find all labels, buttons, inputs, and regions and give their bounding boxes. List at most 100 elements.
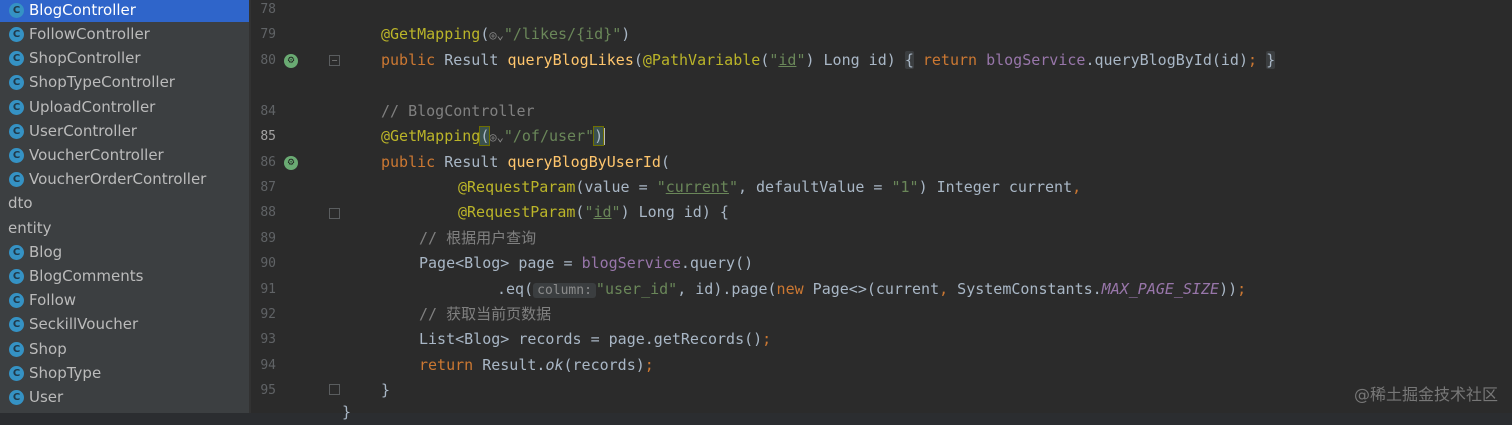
folded-brace[interactable]: }: [1266, 51, 1276, 69]
line-number: 84: [260, 104, 276, 119]
string-link[interactable]: id: [593, 203, 611, 221]
code-text: ) Integer current: [918, 178, 1073, 196]
line-number: 95: [260, 383, 276, 398]
tree-item-label: Shop: [29, 340, 67, 358]
string-quote: ": [611, 203, 621, 221]
code-text: }: [381, 381, 391, 399]
code-line-92: // 获取当前页数据: [419, 302, 551, 327]
tree-item-label: UserController: [29, 122, 137, 140]
annotation: @PathVariable: [642, 51, 761, 69]
code-text: List<Blog> records = page.getRecords(): [419, 330, 763, 348]
tree-item-shop[interactable]: C Shop: [0, 337, 249, 361]
spring-bean-icon[interactable]: ⚙: [284, 54, 298, 68]
class-icon: C: [9, 2, 24, 18]
constant: MAX_PAGE_SIZE: [1101, 280, 1220, 298]
code-line-88: @RequestParam("id") Long id) {: [458, 200, 729, 225]
tree-item-vouchercontroller[interactable]: C VoucherController: [0, 143, 249, 167]
tree-item-label: Follow: [29, 291, 77, 309]
line-number: 80: [260, 53, 276, 68]
string-link[interactable]: current: [666, 178, 729, 196]
comma: ,: [939, 280, 949, 298]
code-editor[interactable]: @GetMapping(◎⌄"/likes/{id}") public Resu…: [342, 0, 1512, 421]
tree-item-user[interactable]: C User: [0, 385, 249, 409]
code-line-91: .eq(column: "user_id", id).page(new Page<…: [497, 277, 1246, 302]
tree-item-label: ShopType: [29, 364, 102, 382]
folded-brace[interactable]: {: [904, 51, 914, 69]
string-link[interactable]: id: [778, 51, 796, 69]
line-number: 86: [260, 155, 276, 170]
tree-item-usercontroller[interactable]: C UserController: [0, 119, 249, 143]
fold-marker-icon[interactable]: [329, 208, 340, 219]
line-number: 78: [260, 2, 276, 17]
code-line-85: @GetMapping(◎⌄"/of/user"): [381, 124, 606, 150]
keyword: return: [419, 356, 474, 374]
paren: (: [480, 25, 490, 43]
code-text: (value =: [575, 178, 657, 196]
code-text: }: [342, 403, 352, 421]
text-caret: [603, 128, 606, 145]
class-icon: C: [9, 244, 24, 260]
class-icon: C: [9, 50, 24, 66]
fold-collapse-icon[interactable]: −: [329, 55, 340, 66]
code-line-84: // BlogController: [381, 99, 535, 124]
tree-item-label: ShopController: [29, 49, 141, 67]
globe-icon[interactable]: ◎⌄: [489, 23, 503, 48]
tree-item-blogcomments[interactable]: C BlogComments: [0, 264, 249, 288]
class-icon: C: [9, 26, 24, 42]
string-literal: "user_id": [595, 280, 678, 298]
type: Result: [435, 51, 508, 69]
comma: ,: [1072, 178, 1082, 196]
call: .queryBlogById(id): [1085, 51, 1248, 69]
project-tree: C BlogController C FollowController C ShopC…: [0, 0, 249, 413]
code-line-93: List<Blog> records = page.getRecords();: [419, 327, 771, 352]
static-method: ok: [545, 356, 564, 374]
watermark: @稀土掘金技术社区: [1353, 385, 1498, 404]
fold-marker-icon[interactable]: [329, 384, 340, 395]
comment: // 获取当前页数据: [419, 305, 552, 323]
code-line-94: return Result.ok(records);: [419, 353, 654, 378]
tree-item-follow[interactable]: C Follow: [0, 288, 249, 312]
tree-item-entity[interactable]: entity: [0, 216, 249, 240]
tree-item-label: Blog: [29, 243, 63, 261]
class-icon: C: [9, 99, 24, 115]
code-text: .eq(: [497, 280, 534, 298]
tree-item-seckillvoucher[interactable]: C SeckillVoucher: [0, 312, 249, 336]
tree-item-blogcontroller[interactable]: C BlogController: [0, 0, 249, 22]
paren: (: [633, 51, 643, 69]
spring-bean-icon[interactable]: ⚙: [284, 156, 298, 170]
string-quote: ": [728, 178, 738, 196]
tree-item-label: VoucherController: [29, 146, 164, 164]
tree-item-dto[interactable]: dto: [0, 191, 249, 215]
tree-item-blog[interactable]: C Blog: [0, 240, 249, 264]
tree-item-shoptype[interactable]: C ShopType: [0, 361, 249, 385]
code-text: Result.: [473, 356, 546, 374]
code-text: Page<>(current: [803, 280, 940, 298]
code-line-80: public Result queryBlogLikes(@PathVariab…: [381, 48, 1276, 73]
line-number: 93: [260, 332, 276, 347]
line-number: 91: [260, 282, 276, 297]
tree-item-label: SeckillVoucher: [29, 315, 139, 333]
tree-item-followcontroller[interactable]: C FollowController: [0, 22, 249, 46]
paren-match: (: [479, 126, 491, 146]
tree-item-label: entity: [8, 219, 52, 237]
tree-item-label: BlogComments: [29, 267, 144, 285]
globe-icon[interactable]: ◎⌄: [489, 125, 503, 150]
tree-item-voucherordercontroller[interactable]: C VoucherOrderController: [0, 167, 249, 191]
class-icon: C: [9, 292, 24, 308]
paren: (: [760, 51, 770, 69]
string-literal: "/of/user": [503, 127, 595, 145]
tree-item-label: dto: [8, 194, 33, 212]
code-text: ) Long id) {: [620, 203, 729, 221]
annotation: @RequestParam: [458, 203, 576, 221]
class-icon: C: [9, 389, 24, 405]
field-ref: blogService: [986, 51, 1086, 69]
paren: ): [621, 25, 631, 43]
line-number: 92: [260, 307, 276, 322]
tree-item-shopcontroller[interactable]: C ShopController: [0, 46, 249, 70]
tree-item-shoptypecontroller[interactable]: C ShopTypeController: [0, 70, 249, 94]
code-line-87: @RequestParam(value = "current", default…: [458, 175, 1081, 200]
code-text: Page<Blog> page =: [419, 254, 582, 272]
comment: // BlogController: [381, 102, 535, 120]
line-number: 90: [260, 256, 276, 271]
tree-item-uploadcontroller[interactable]: C UploadController: [0, 95, 249, 119]
